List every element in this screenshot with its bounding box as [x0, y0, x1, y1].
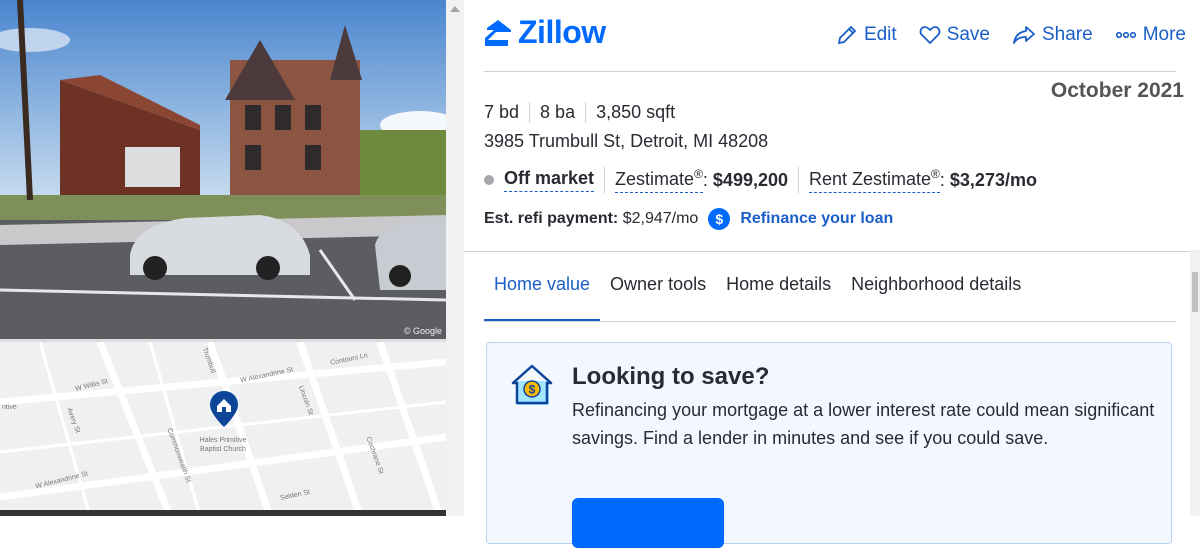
save-label: Save [946, 24, 990, 45]
status-row: Off market Zestimate® : $499,200 Rent Ze… [484, 167, 1037, 193]
zestimate-label: Zestimate [615, 169, 695, 189]
media-scrollbar[interactable] [446, 0, 464, 516]
rent-zestimate-reg: ® [931, 167, 940, 181]
header-divider [484, 71, 1176, 72]
detail-tabs: Home value Owner tools Home details Neig… [484, 258, 1031, 322]
listing-details: Zillow Edit Save Share More October 2021… [464, 0, 1200, 548]
save-button[interactable]: Save [919, 24, 990, 46]
share-button[interactable]: Share [1012, 24, 1093, 46]
map-streets [0, 340, 446, 516]
tab-neighborhood-details[interactable]: Neighborhood details [841, 258, 1031, 320]
location-map[interactable]: W Willis St W Alexandrine St Trumbull Av… [0, 340, 446, 516]
svg-text:$: $ [529, 383, 536, 397]
sqft: 3,850 sqft [585, 102, 685, 123]
beds: 7 bd [484, 102, 520, 122]
zillow-logo[interactable]: Zillow [484, 14, 606, 51]
refi-value: $2,947/mo [622, 210, 699, 227]
rent-zestimate-value: $3,273/mo [949, 169, 1037, 190]
rent-zestimate-label: Rent Zestimate [809, 169, 932, 189]
edit-label: Edit [863, 24, 897, 45]
refinance-promo-card: $ Looking to save? Refinancing your mort… [486, 342, 1172, 548]
property-address: 3985 Trumbull St, Detroit, MI 48208 [484, 131, 769, 151]
tab-owner-tools[interactable]: Owner tools [600, 258, 716, 320]
share-icon [1013, 26, 1035, 44]
tab-home-value[interactable]: Home value [484, 258, 601, 322]
pencil-icon [837, 25, 857, 45]
dollar-icon: $ [708, 208, 731, 230]
tabs-underline [484, 321, 1176, 322]
refi-label: Est. refi payment: [484, 210, 619, 227]
zestimate-separator [798, 167, 799, 193]
baths: 8 ba [529, 102, 585, 123]
edit-button[interactable]: Edit [836, 24, 897, 46]
header-actions: Edit Save Share More [836, 24, 1186, 46]
listing-media: © Google W Willis St W Alexandrine St Tr… [0, 0, 446, 516]
card-body: Refinancing your mortgage at a lower int… [572, 400, 1155, 448]
tab-home-details[interactable]: Home details [716, 258, 841, 320]
heart-icon [919, 26, 941, 45]
street-view-photo[interactable] [0, 0, 446, 339]
card-title: Looking to save? [572, 363, 770, 390]
status-label[interactable]: Off market [504, 168, 595, 192]
zillow-z-icon [485, 19, 511, 46]
status-dot-icon [484, 175, 494, 185]
brand-name: Zillow [518, 14, 606, 50]
zestimate-value: $499,200 [712, 169, 788, 190]
property-facts: 7 bd 8 ba 3,850 sqft [484, 102, 685, 123]
refinance-link[interactable]: Refinance your loan [740, 210, 893, 228]
share-label: Share [1042, 24, 1093, 45]
zestimate-reg: ® [694, 167, 703, 181]
house-savings-icon: $ [511, 364, 553, 405]
status-separator [604, 167, 606, 193]
more-label: More [1142, 24, 1186, 45]
zestimate-tooltip[interactable]: Zestimate® [615, 167, 703, 193]
scroll-thumb[interactable] [1192, 272, 1198, 312]
scroll-up-arrow-icon[interactable] [450, 6, 460, 12]
refi-row: Est. refi payment: $2,947/mo $ Refinance… [484, 208, 893, 230]
more-button[interactable]: More [1115, 24, 1186, 46]
section-divider [464, 251, 1200, 252]
find-lender-button[interactable] [572, 498, 724, 548]
map-footer [0, 510, 446, 516]
map-label-left: ntive [2, 404, 17, 411]
home-pin-icon[interactable] [209, 390, 239, 428]
rent-zestimate-tooltip[interactable]: Rent Zestimate® [809, 167, 940, 193]
details-scrollbar[interactable] [1190, 250, 1200, 516]
photo-credit: © Google [403, 326, 442, 336]
map-label-church: Hales Primitive Baptist Church [199, 437, 247, 453]
date-annotation: October 2021 [1050, 79, 1184, 102]
more-icon [1115, 31, 1136, 39]
